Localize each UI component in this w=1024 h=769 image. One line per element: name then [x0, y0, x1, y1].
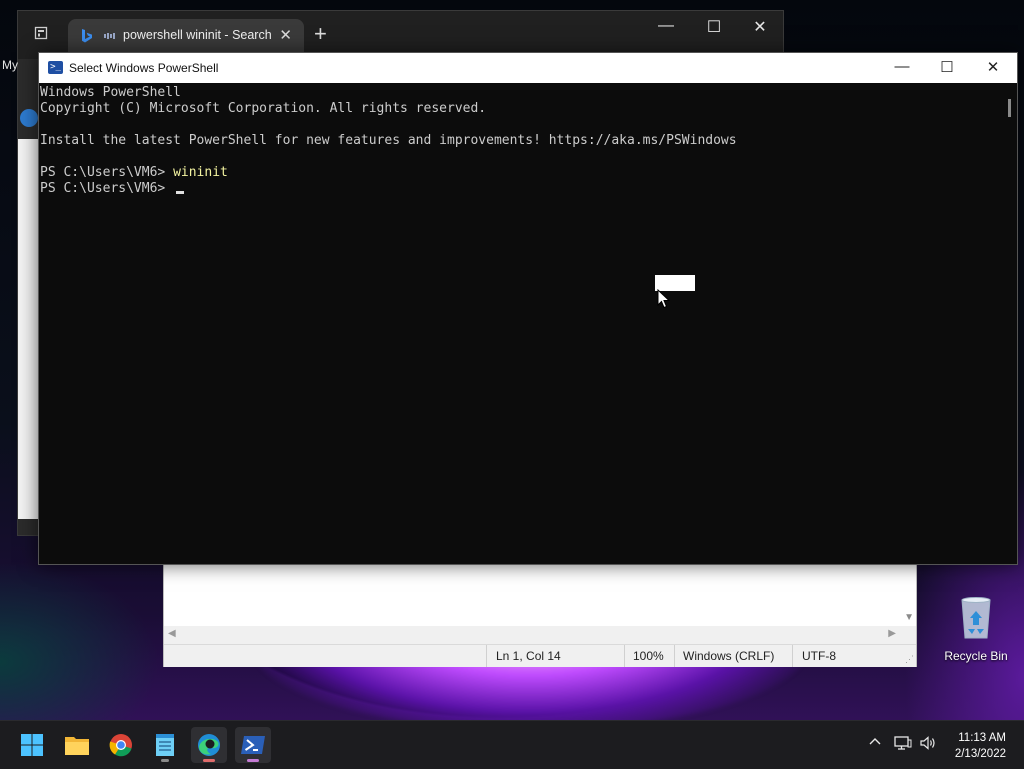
show-hidden-icons-chevron-icon[interactable] [868, 735, 882, 752]
powershell-maximize-button[interactable]: ☐ [924, 58, 970, 76]
desktop-label-fragment: My [2, 58, 18, 72]
new-tab-button[interactable]: + [314, 23, 327, 45]
powershell-icon: >_ [48, 61, 63, 74]
recycle-bin-icon [961, 597, 991, 639]
mouse-pointer-icon [657, 289, 671, 309]
scrollbar-thumb[interactable] [1008, 99, 1011, 117]
wallpaper-teal-glow [0, 560, 160, 730]
start-button[interactable] [14, 727, 50, 763]
console-line: Copyright (C) Microsoft Corporation. All… [40, 101, 487, 116]
file-explorer-button[interactable] [59, 727, 95, 763]
running-indicator [161, 759, 169, 762]
status-divider [486, 645, 487, 667]
tab-close-icon[interactable]: ✕ [279, 26, 292, 44]
browser-tab-title: powershell wininit - Search [123, 28, 272, 42]
notepad-window[interactable]: ▼ ◀ ▶ Ln 1, Col 14 100% Windows (CRLF) U… [163, 560, 917, 667]
chrome-button[interactable] [103, 727, 139, 763]
bing-icon [82, 29, 92, 43]
edge-page-icon [20, 109, 38, 127]
browser-page-edge [18, 59, 40, 535]
active-window-indicator [247, 759, 259, 762]
status-divider [674, 645, 675, 667]
recycle-bin-shortcut[interactable]: Recycle Bin [936, 596, 1016, 663]
volume-icon[interactable] [919, 735, 937, 754]
network-icon[interactable] [894, 735, 912, 754]
scroll-right-arrow-icon[interactable]: ▶ [888, 628, 896, 639]
powershell-close-button[interactable]: ✕ [970, 58, 1016, 76]
audio-playing-icon [104, 33, 115, 39]
tab-actions-icon[interactable] [30, 25, 52, 47]
status-divider [792, 645, 793, 667]
browser-maximize-button[interactable]: ☐ [694, 17, 734, 37]
horizontal-scrollbar[interactable]: ◀ ▶ [164, 626, 916, 644]
status-line-ending: Windows (CRLF) [683, 649, 775, 663]
powershell-title-bar[interactable]: >_ Select Windows PowerShell — ☐ ✕ [39, 53, 1017, 83]
notepad-button[interactable] [147, 727, 183, 763]
console-prompt: PS C:\Users\VM6> [40, 165, 174, 180]
clock-time: 11:13 AM [958, 732, 1006, 744]
notepad-icon [156, 734, 174, 756]
powershell-minimize-button[interactable]: — [879, 58, 925, 75]
edge-button[interactable] [191, 727, 227, 763]
edge-icon [198, 734, 220, 756]
start-icon [21, 734, 43, 756]
console-output[interactable]: Windows PowerShell Copyright (C) Microsof… [39, 83, 1001, 564]
scroll-down-arrow-icon[interactable]: ▼ [904, 612, 914, 623]
console-prompt: PS C:\Users\VM6> [40, 181, 174, 196]
status-encoding: UTF-8 [802, 649, 836, 663]
running-indicator [203, 759, 215, 762]
status-zoom: 100% [633, 649, 664, 663]
console-scrollbar[interactable] [1001, 83, 1017, 564]
powershell-taskbar-button[interactable] [235, 727, 271, 763]
recycle-bin-label: Recycle Bin [944, 649, 1008, 663]
system-clock[interactable]: 11:13 AM 2/13/2022 [955, 730, 1006, 762]
notepad-editor[interactable] [164, 560, 916, 626]
text-cursor [176, 191, 185, 194]
taskbar: 11:13 AM 2/13/2022 [0, 720, 1024, 769]
browser-close-button[interactable]: ✕ [740, 17, 780, 37]
status-cursor-position: Ln 1, Col 14 [496, 649, 561, 663]
clock-date: 2/13/2022 [954, 748, 1006, 760]
chrome-icon [109, 734, 132, 757]
powershell-window-title: Select Windows PowerShell [69, 61, 219, 75]
powershell-window[interactable]: >_ Select Windows PowerShell — ☐ ✕ Windo… [38, 52, 1018, 565]
console-line: Windows PowerShell [40, 85, 181, 100]
powershell-icon [241, 736, 265, 754]
browser-tab-search[interactable]: powershell wininit - Search ✕ [68, 19, 304, 53]
file-explorer-icon [65, 737, 89, 755]
console-command: wininit [173, 165, 228, 180]
browser-minimize-button[interactable]: — [646, 17, 686, 35]
browser-page-content [18, 139, 40, 519]
status-divider [624, 645, 625, 667]
console-line: Install the latest PowerShell for new fe… [40, 133, 737, 148]
notepad-status-bar: Ln 1, Col 14 100% Windows (CRLF) UTF-8 ⋰ [164, 644, 916, 667]
console-input-line[interactable]: PS C:\Users\VM6> [40, 181, 1001, 197]
resize-grip-icon[interactable]: ⋰ [905, 654, 914, 665]
console-command-line: PS C:\Users\VM6> wininit [40, 165, 1001, 181]
scroll-left-arrow-icon[interactable]: ◀ [168, 628, 176, 639]
